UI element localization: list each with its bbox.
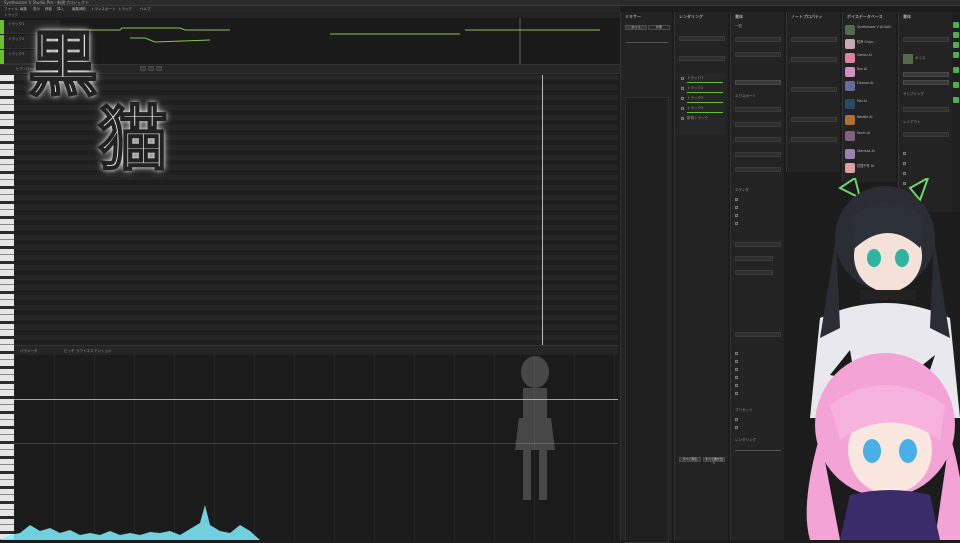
inspector-button[interactable] [735,80,781,85]
mixer-list [625,97,669,543]
mixer-tab-external[interactable]: 外部 [648,25,670,30]
param-tab-loudness[interactable]: ラウドネス [76,349,94,354]
note-field-1[interactable] [791,37,837,42]
param-tab-tension[interactable]: テンション [94,349,112,354]
note-field-4[interactable] [791,117,837,122]
inspector-field-9[interactable] [735,256,773,261]
note-field-3[interactable] [791,87,837,92]
rendering-field-2[interactable] [679,56,725,61]
render-export-all-button[interactable]: すべて書き出し [703,457,725,464]
parameter-label: パラメータ [20,349,38,353]
output-title: 書体 [903,14,911,19]
play-button[interactable] [140,66,146,71]
mixer-panel: ミキサー ボイス 外部 [620,12,672,543]
output-field-3[interactable] [903,132,949,137]
rendering-panel: レンダリング トラック1 トラック2 トラック3 トラック4 新規トラック すべ… [674,12,728,540]
inspector-title: 書体 [735,14,743,19]
playhead [542,75,543,345]
sidebar-icon-2[interactable] [953,32,959,38]
render-play-all-button[interactable]: すべて再生 [679,457,701,462]
render-item-5: 新規トラック [687,116,708,120]
output-voice-label: ボイス [915,56,926,60]
inspector-section-general: 一般 [735,24,742,28]
render-item-2: トラック2 [687,86,704,90]
overlay-char-1: 黒 [27,24,99,106]
param-tab-pitch[interactable]: ピッチ [64,349,75,354]
inspector-section-preset: プリセット [735,408,753,412]
inspector-field-6[interactable] [735,152,781,157]
sidebar-icon-7[interactable] [953,97,959,103]
mixer-slider[interactable] [626,42,668,43]
note-field-5[interactable] [791,137,837,142]
ghost-character-image [515,356,555,500]
inspector-field-3[interactable] [735,107,781,112]
sidebar-icon-6[interactable] [953,82,959,88]
render-item-1: トラック1 [687,76,704,80]
inspector-field-11[interactable] [735,332,781,337]
inspector-field-7[interactable] [735,167,781,172]
rendering-title: レンダリング [679,14,703,19]
output-button-1[interactable] [903,72,949,77]
output-layout-label: レイアウト [903,120,921,124]
inspector-field-1[interactable] [735,37,781,42]
sidebar-icon-1[interactable] [953,22,959,28]
record-button[interactable] [156,66,162,71]
note-props-title: ノートプロパティ [791,14,823,19]
inspector-field-10[interactable] [735,270,773,275]
rendering-track-list: トラック1 トラック2 トラック3 トラック4 新規トラック [679,74,725,134]
inspector-field-2[interactable] [735,52,781,57]
note-properties-panel: ノートプロパティ [786,12,840,172]
sidebar-icon-5[interactable] [953,67,959,73]
inspector-section-editor: エディタ [735,188,749,192]
piano-keys[interactable] [0,75,14,540]
avatar-pink-hair-character [806,350,960,540]
overlay-char-2: 猫 [97,98,169,180]
sidebar-icon-3[interactable] [953,42,959,48]
output-field-1[interactable] [903,37,949,42]
output-button-2[interactable] [903,80,949,85]
audio-waveform [0,505,260,540]
output-voice-avatar [903,54,913,64]
inspector-section-export: エクスポート [735,94,756,98]
note-field-2[interactable] [791,57,837,62]
inspector-field-4[interactable] [735,122,781,127]
render-item-3: トラック3 [687,96,704,100]
output-field-2[interactable] [903,107,949,112]
output-sampling-label: サンプリング [903,92,924,96]
render-item-4: トラック4 [687,106,704,110]
mixer-tab-voice[interactable]: ボイス [625,25,647,30]
voice-db-title: ボイスデータベース [847,14,883,19]
mixer-title: ミキサー [625,14,641,19]
stop-button[interactable] [148,66,154,71]
inspector-field-8[interactable] [735,242,781,247]
sidebar-icon-4[interactable] [953,52,959,58]
arrangement-notes[interactable] [60,18,620,64]
inspector-field-5[interactable] [735,137,781,142]
inspector-section-render: レンダリング [735,438,756,442]
arrangement-label: トラック [4,13,18,17]
rendering-field[interactable] [679,36,725,41]
